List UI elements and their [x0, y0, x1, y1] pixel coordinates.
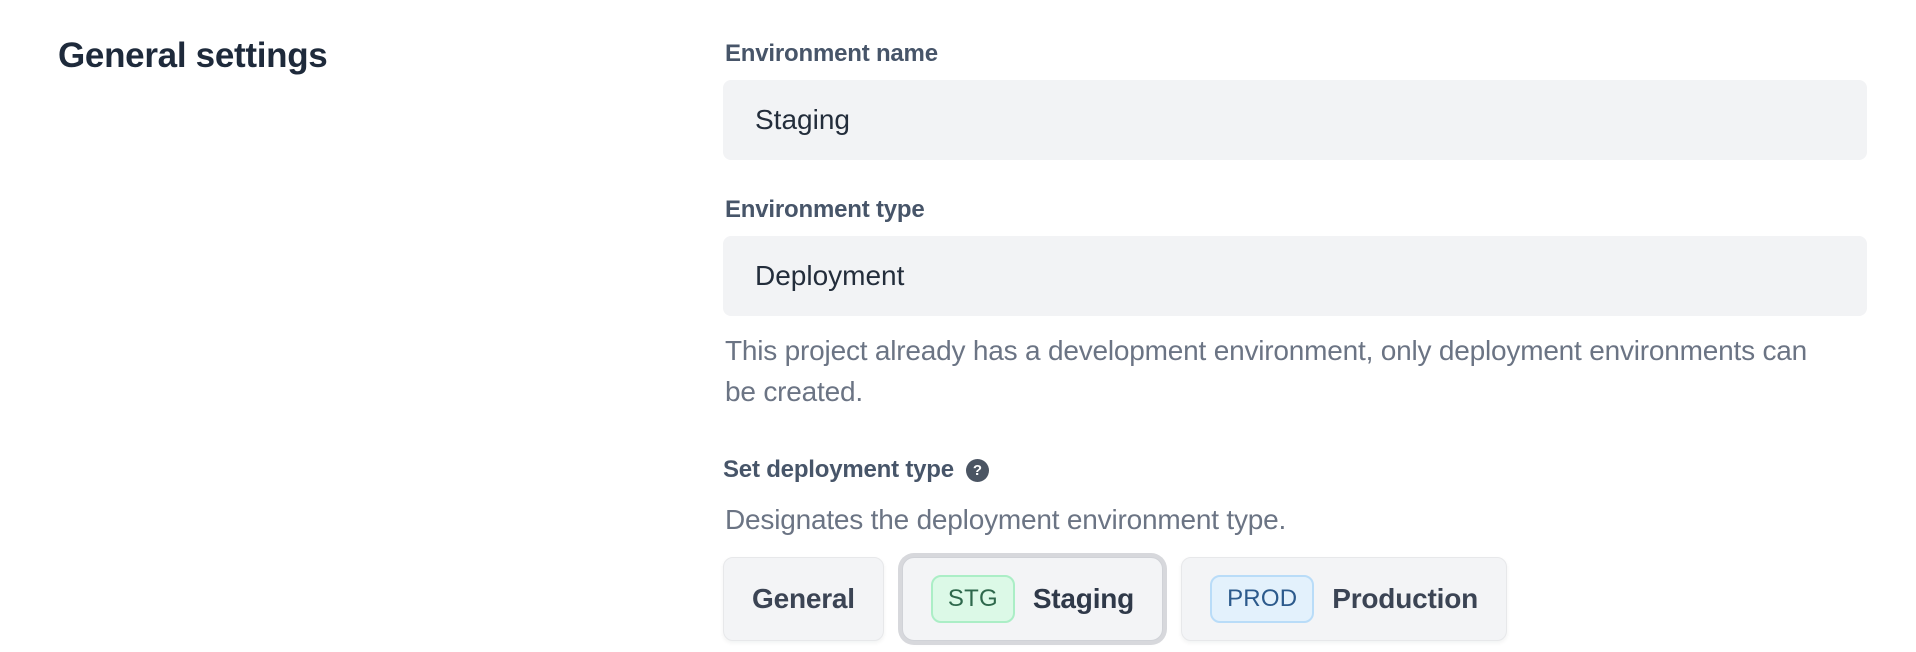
settings-form: Environment name Environment type This p… — [723, 34, 1867, 641]
settings-page: General settings Environment name Enviro… — [0, 0, 1916, 641]
deployment-type-production-label: Production — [1332, 583, 1478, 615]
deployment-type-production-button[interactable]: PROD Production — [1181, 557, 1507, 641]
prod-badge: PROD — [1210, 575, 1314, 623]
set-deployment-type-label: Set deployment type — [723, 456, 954, 484]
deployment-type-general-label: General — [752, 583, 855, 615]
environment-type-helper-text: This project already has a development e… — [725, 330, 1835, 412]
deployment-type-staging-label: Staging — [1033, 583, 1134, 615]
deployment-type-general-button[interactable]: General — [723, 557, 884, 641]
stg-badge: STG — [931, 575, 1015, 623]
deployment-type-description: Designates the deployment environment ty… — [725, 504, 1867, 536]
deployment-type-staging-button[interactable]: STG Staging — [902, 557, 1163, 641]
environment-type-input[interactable] — [723, 236, 1867, 316]
environment-name-label: Environment name — [725, 40, 1867, 68]
deployment-type-options: General STG Staging PROD Production — [723, 557, 1867, 641]
settings-heading-column: General settings — [58, 34, 723, 641]
question-mark-icon[interactable]: ? — [966, 459, 989, 482]
environment-name-input[interactable] — [723, 80, 1867, 160]
page-title: General settings — [58, 36, 723, 76]
set-deployment-type-row: Set deployment type ? — [723, 456, 1867, 484]
environment-type-label: Environment type — [725, 196, 1867, 224]
